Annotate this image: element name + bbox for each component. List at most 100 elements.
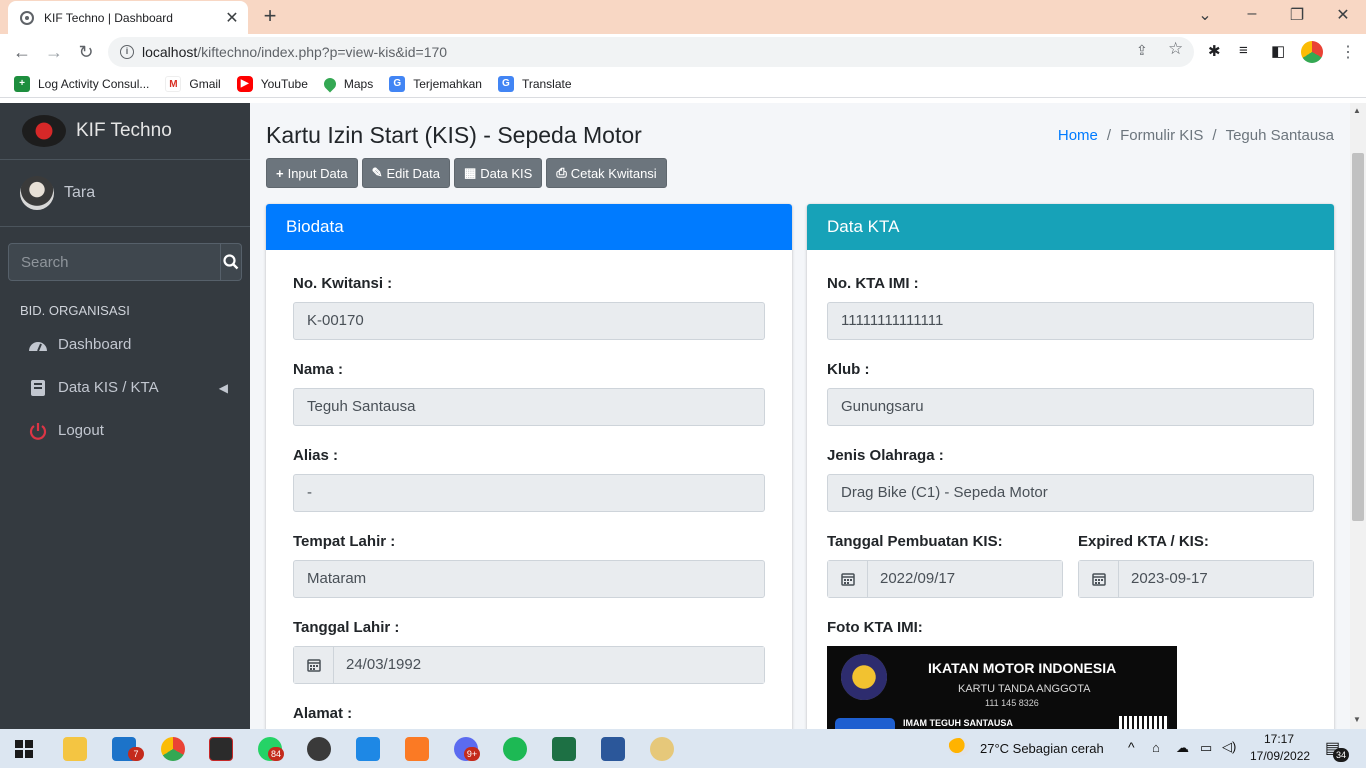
page-scrollbar[interactable]: ▲ ▼	[1350, 103, 1366, 729]
bookmark-maps[interactable]: Maps	[321, 75, 373, 92]
valorant-icon[interactable]	[209, 737, 233, 761]
network-icon[interactable]: ⌂	[1152, 740, 1160, 755]
word-icon[interactable]	[601, 737, 625, 761]
close-window-button[interactable]: ✕	[1331, 5, 1355, 25]
sidebar-item-logout[interactable]: Logout	[0, 409, 250, 452]
back-icon[interactable]: ←	[10, 41, 34, 63]
kta-card-title: IKATAN MOTOR INDONESIA	[928, 660, 1117, 676]
brand-logo	[22, 115, 66, 147]
youtube-icon: ▶	[236, 75, 253, 92]
button-label: Input Data	[287, 165, 348, 181]
search-button[interactable]	[221, 243, 242, 281]
tempat-lahir-label: Tempat Lahir :	[293, 533, 396, 550]
bookmark-youtube[interactable]: ▶ YouTube	[236, 75, 308, 92]
share-icon[interactable]: ⇪	[1136, 42, 1148, 59]
expired-label: Expired KTA / KIS:	[1078, 533, 1209, 550]
scroll-down-icon[interactable]: ▼	[1353, 715, 1361, 724]
breadcrumb-formulir[interactable]: Formulir KIS	[1120, 127, 1203, 144]
profile-avatar[interactable]	[1301, 41, 1323, 63]
chrome-icon[interactable]	[161, 737, 185, 761]
data-kis-button[interactable]: ▦ Data KIS	[453, 158, 543, 188]
paint-icon[interactable]	[650, 737, 674, 761]
scroll-thumb[interactable]	[1352, 153, 1364, 521]
tempat-lahir-field[interactable]: Mataram	[293, 560, 765, 598]
bookmark-star-icon[interactable]: ☆	[1168, 39, 1183, 59]
browser-tab[interactable]: KIF Techno | Dashboard ✕	[8, 1, 248, 34]
maps-icon	[321, 75, 339, 92]
translate-icon: G	[389, 75, 406, 92]
file-explorer-icon[interactable]	[63, 737, 87, 761]
print-icon: ⎙	[556, 165, 567, 180]
extensions-icon[interactable]: ✱	[1208, 42, 1221, 60]
nama-field[interactable]: Teguh Santausa	[293, 388, 765, 426]
side-panel-icon[interactable]: ◧	[1271, 42, 1285, 60]
sidebar-item-label: Data KIS / KTA	[58, 379, 159, 396]
sidebar-item-dashboard[interactable]: Dashboard	[0, 323, 250, 366]
spotify-icon[interactable]	[503, 737, 527, 761]
scroll-up-icon[interactable]: ▲	[1353, 106, 1361, 115]
data-kta-card: Data KTA No. KTA IMI : 11111111111111 Kl…	[807, 204, 1334, 734]
input-data-button[interactable]: + Input Data	[266, 158, 358, 188]
page-title: Kartu Izin Start (KIS) - Sepeda Motor	[266, 122, 642, 148]
new-tab-button[interactable]: +	[259, 5, 281, 27]
excel-icon[interactable]	[552, 737, 576, 761]
restore-button[interactable]: ❐	[1285, 5, 1309, 25]
reload-icon[interactable]: ↻	[74, 41, 98, 63]
search-input[interactable]	[8, 243, 221, 281]
brand-link[interactable]: KIF Techno	[0, 103, 250, 160]
user-panel[interactable]: Tara	[0, 160, 250, 227]
mail-badge: 7	[128, 747, 144, 761]
info-icon[interactable]: i	[120, 45, 134, 59]
bookmark-translate[interactable]: G Translate	[497, 75, 572, 92]
clock-date[interactable]: 17/09/2022	[1250, 749, 1310, 763]
edit-data-button[interactable]: ✎ Edit Data	[361, 158, 450, 188]
globe-icon	[20, 10, 34, 25]
dashboard-icon	[28, 336, 48, 354]
breadcrumb-home[interactable]: Home	[1058, 127, 1098, 144]
no-kta-label: No. KTA IMI :	[827, 275, 919, 292]
bookmark-label: YouTube	[260, 76, 308, 91]
kta-card-image: IKATAN MOTOR INDONESIA KARTU TANDA ANGGO…	[827, 646, 1177, 730]
address-bar[interactable]: i localhost/kiftechno/index.php?p=view-k…	[108, 37, 1194, 67]
nav-header: BID. ORGANISASI	[20, 303, 130, 318]
clock-time[interactable]: 17:17	[1264, 732, 1294, 746]
tray-chevron-icon[interactable]: ^	[1128, 739, 1135, 755]
expired-field[interactable]: 2023-09-17	[1078, 560, 1314, 598]
sidebar-item-data-kis-kta[interactable]: Data KIS / KTA ◀	[0, 366, 250, 409]
tanggal-pembuatan-field[interactable]: 2022/09/17	[827, 560, 1063, 598]
bookmark-terjemahkan[interactable]: G Terjemahkan	[389, 75, 482, 92]
kta-card-owner: IMAM TEGUH SANTAUSA	[903, 718, 1013, 728]
windows-start-icon[interactable]	[15, 740, 33, 758]
volume-icon[interactable]: ◁)	[1222, 739, 1236, 755]
klub-label: Klub :	[827, 361, 870, 378]
bookmark-gmail[interactable]: M Gmail	[165, 75, 221, 92]
alias-field[interactable]: -	[293, 474, 765, 512]
tanggal-lahir-field[interactable]: 24/03/1992	[293, 646, 765, 684]
weather-text[interactable]: 27°C Sebagian cerah	[980, 741, 1104, 756]
bookmark-label: Translate	[521, 76, 572, 91]
calendar-icon	[1079, 561, 1119, 597]
jenis-olahraga-field[interactable]: Drag Bike (C1) - Sepeda Motor	[827, 474, 1314, 512]
xampp-icon[interactable]	[405, 737, 429, 761]
cetak-kwitansi-button[interactable]: ⎙ Cetak Kwitansi	[546, 158, 667, 188]
card-header-biodata: Biodata	[266, 204, 792, 250]
bookmark-log-activity[interactable]: + Log Activity Consul...	[14, 75, 149, 92]
chevron-left-icon: ◀	[218, 380, 228, 395]
klub-field[interactable]: Gunungsaru	[827, 388, 1314, 426]
bookmark-label: Gmail	[189, 76, 221, 91]
obs-icon[interactable]	[307, 737, 331, 761]
menu-icon[interactable]: ⋮	[1340, 42, 1356, 62]
tab-search-icon[interactable]: ⌄	[1193, 5, 1217, 25]
close-tab-icon[interactable]: ✕	[222, 8, 242, 28]
forward-icon[interactable]: →	[42, 41, 66, 63]
media-queue-icon[interactable]: ≡	[1239, 42, 1248, 59]
no-kta-field[interactable]: 11111111111111	[827, 302, 1314, 340]
sidebar-item-label: Logout	[58, 422, 104, 439]
kwitansi-field[interactable]: K-00170	[293, 302, 765, 340]
weather-icon[interactable]	[948, 738, 970, 756]
vscode-icon[interactable]	[356, 737, 380, 761]
onedrive-icon[interactable]: ☁	[1176, 740, 1189, 756]
sidebar-search	[8, 243, 242, 281]
display-icon[interactable]: ▭	[1200, 740, 1212, 756]
minimize-button[interactable]: –	[1240, 5, 1264, 23]
